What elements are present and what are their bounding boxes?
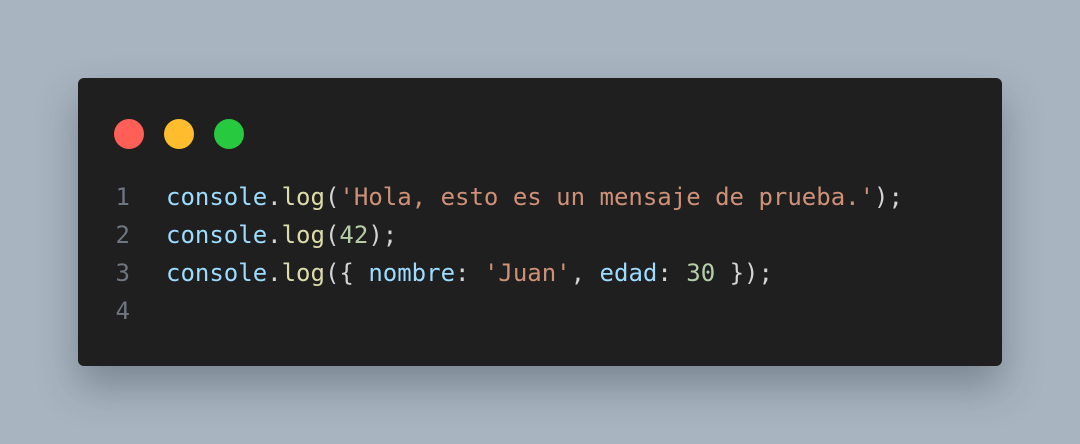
code-line: 4 [78,292,1002,330]
code-token: 'Hola, esto es un mensaje de prueba.' [339,183,875,211]
code-token: edad [599,259,658,287]
code-line: 3 console.log({ nombre: 'Juan', edad: 30… [78,254,1002,292]
code-token: . [267,259,282,287]
code-token: : [657,259,687,287]
line-number: 4 [115,297,130,325]
code-token: 42 [339,221,369,249]
window-controls [114,119,244,149]
code-token: ); [368,221,398,249]
code-token: . [267,221,282,249]
maximize-dot-icon[interactable] [214,119,244,149]
code-token: ( [324,221,340,249]
code-token: 30 [686,259,716,287]
code-token: console [166,259,268,287]
code-line: 2 console.log(42); [78,216,1002,254]
code-token: }); [715,259,773,287]
code-token: ({ [324,259,369,287]
code-token: log [281,221,325,249]
line-number: 1 [115,183,130,211]
code-token: ( [324,183,340,211]
code-text: console.log(42); [166,216,397,254]
code-token: : [455,259,484,287]
code-token: log [281,259,325,287]
code-line: 1 console.log('Hola, esto es un mensaje … [78,178,1002,216]
code-token: log [281,183,325,211]
code-window: 1 console.log('Hola, esto es un mensaje … [78,78,1002,366]
code-token: console [166,183,268,211]
code-text: console.log('Hola, esto es un mensaje de… [166,178,903,216]
code-token: console [166,221,268,249]
code-token: ); [874,183,903,211]
close-dot-icon[interactable] [114,119,144,149]
line-number: 2 [115,221,130,249]
code-token: 'Juan' [483,259,571,287]
code-token: . [267,183,282,211]
code-text: console.log({ nombre: 'Juan', edad: 30 }… [166,254,773,292]
code-block: 1 console.log('Hola, esto es un mensaje … [78,178,1002,330]
minimize-dot-icon[interactable] [164,119,194,149]
line-number: 3 [115,259,130,287]
code-token: nombre [368,259,456,287]
code-token: , [570,259,600,287]
